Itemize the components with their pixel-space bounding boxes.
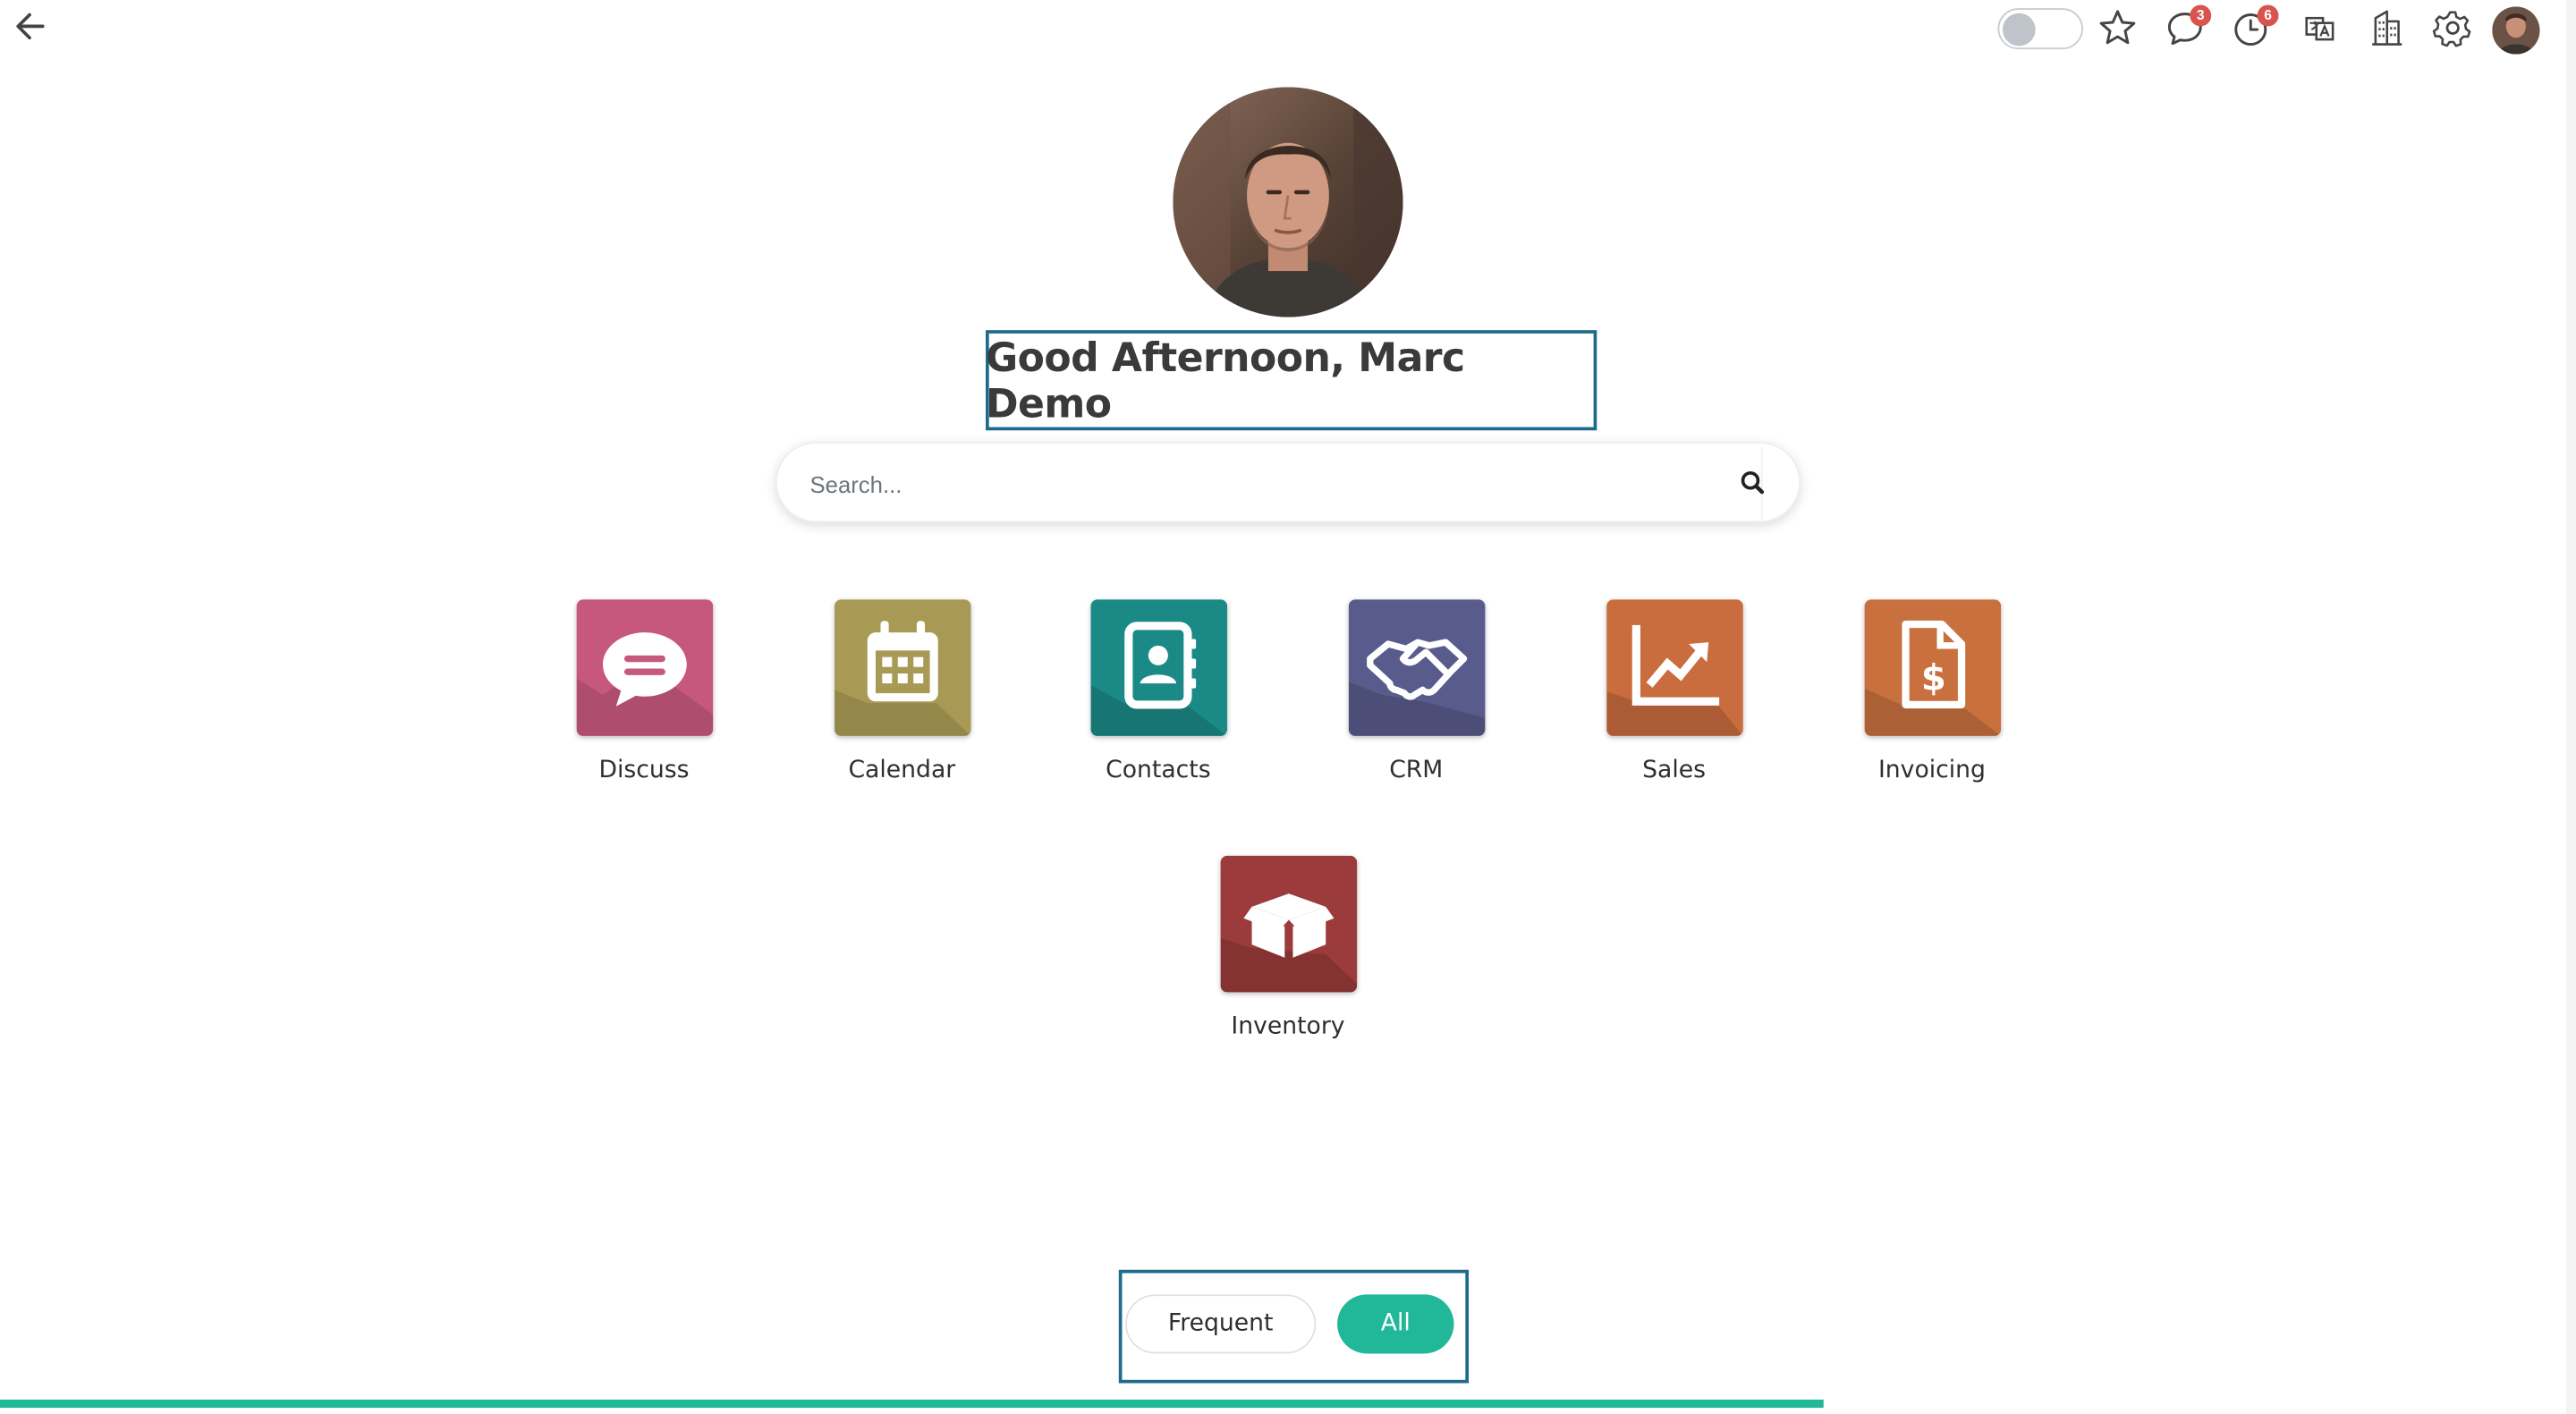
app-label: Calendar [848, 757, 956, 784]
chart-line-icon [1606, 624, 1743, 736]
activities-button[interactable]: 6 [2231, 4, 2279, 49]
search-icon[interactable] [1738, 468, 1767, 497]
arrow-left-icon [16, 13, 45, 40]
app-label: CRM [1389, 757, 1444, 784]
app-label: Discuss [598, 757, 690, 784]
favorites-button[interactable] [2097, 6, 2140, 49]
settings-button[interactable] [2431, 6, 2474, 49]
user-menu-avatar[interactable] [2492, 6, 2540, 55]
app-tile [1090, 599, 1228, 736]
back-button[interactable] [10, 5, 55, 48]
app-inventory[interactable]: Inventory [1182, 855, 1395, 1053]
app-label: Invoicing [1877, 757, 1986, 784]
search-input[interactable] [806, 456, 1733, 512]
app-label: Inventory [1231, 1013, 1345, 1040]
calendar-icon [835, 621, 971, 736]
activities-badge: 6 [2257, 4, 2279, 27]
avatar [2492, 6, 2540, 55]
profile-photo [1173, 87, 1403, 318]
page-scrollbar[interactable] [2565, 0, 2576, 1414]
app-tile [1348, 599, 1486, 736]
app-discuss[interactable]: Discuss [538, 599, 751, 796]
frequent-button[interactable]: Frequent [1125, 1294, 1317, 1354]
translate-icon [2305, 16, 2334, 41]
company-switcher-button[interactable] [2366, 6, 2409, 49]
address-book-icon [1090, 622, 1228, 736]
gear-icon [2432, 11, 2471, 47]
progress-fill [0, 1399, 1824, 1409]
app-tile [1220, 855, 1358, 993]
app-sales[interactable]: Sales [1567, 599, 1781, 796]
handshake-icon [1348, 639, 1486, 736]
app-contacts[interactable]: Contacts [1051, 599, 1265, 796]
app-label: Sales [1642, 757, 1707, 784]
chat-bubble-icon [576, 632, 714, 736]
app-label: Contacts [1106, 757, 1211, 784]
invoice-icon: $ [1864, 620, 2002, 736]
app-crm[interactable]: CRM [1309, 599, 1523, 796]
loading-progress-bar [0, 1399, 2576, 1409]
language-button[interactable] [2299, 6, 2342, 49]
star-icon [2099, 10, 2136, 45]
greeting-title: Good Afternoon, Marc Demo [986, 334, 1465, 427]
messages-button[interactable]: 3 [2164, 4, 2212, 49]
all-button[interactable]: All [1337, 1294, 1454, 1354]
svg-text:$: $ [1921, 656, 1946, 699]
box-icon [1220, 893, 1358, 993]
building-icon [2372, 10, 2402, 46]
toggle-knob [2002, 13, 2036, 47]
app-tile [576, 599, 714, 736]
app-tile [835, 599, 971, 736]
app-invoicing[interactable]: $ Invoicing [1826, 599, 2039, 796]
dark-mode-toggle[interactable] [1997, 8, 2083, 50]
search-bar [775, 442, 1801, 523]
app-tile: $ [1864, 599, 2002, 736]
app-calendar[interactable]: Calendar [795, 599, 1009, 796]
app-tile [1606, 599, 1743, 736]
messages-badge: 3 [2190, 4, 2212, 27]
